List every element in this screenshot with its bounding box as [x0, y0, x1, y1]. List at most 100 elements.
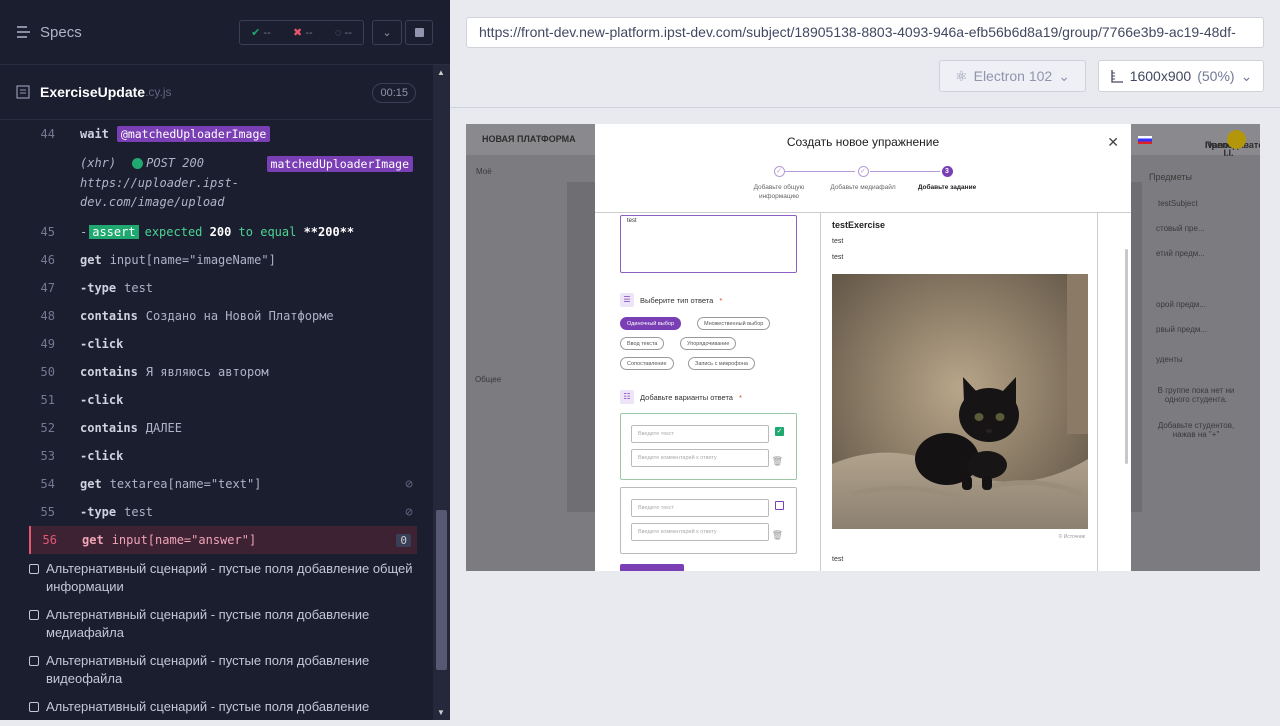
stop-button[interactable]	[405, 20, 433, 45]
command-row[interactable]: 50 contains Я являюсь автором	[29, 358, 417, 386]
answer-variant: Введите текст Введите комментарий к отве…	[620, 487, 797, 554]
spec-file-header[interactable]: ExerciseUpdate .cy.js 00:15	[0, 65, 432, 120]
specs-list-icon	[17, 26, 30, 38]
bg-label: testSubject	[1158, 199, 1198, 208]
exercise-preview: testExercise test test © Источник test	[820, 213, 1098, 571]
eye-slash-icon[interactable]: ⊘	[405, 505, 413, 520]
xhr-type: (xhr)	[80, 156, 117, 170]
command-alias: @matchedUploaderImage	[116, 126, 271, 142]
language-flag-icon[interactable]	[1138, 136, 1152, 144]
correct-checkbox[interactable]: ✓	[775, 427, 784, 436]
command-name: -type	[80, 281, 117, 295]
bg-label: Моё	[476, 167, 492, 176]
correct-checkbox[interactable]	[775, 501, 784, 510]
modal-scrollbar[interactable]	[1125, 249, 1128, 464]
command-row[interactable]: 54 get textarea[name="text"] ⊘	[29, 470, 417, 498]
answer-comment-input[interactable]: Введите комментарий к ответу	[631, 523, 769, 541]
command-name: -click	[80, 337, 124, 351]
pending-stat: ◌ --	[334, 26, 352, 39]
command-name: -type	[80, 505, 117, 519]
check-icon: ✓	[857, 166, 869, 177]
test-item[interactable]: Альтернативный сценарий - пустые поля до…	[29, 652, 429, 688]
add-variant-button[interactable]	[620, 564, 684, 571]
scrollbar-thumb[interactable]	[436, 510, 447, 670]
command-row[interactable]: 44 wait @matchedUploaderImage	[29, 120, 417, 148]
test-status-icon	[29, 610, 39, 620]
command-number: 56	[42, 533, 57, 547]
command-row[interactable]: 47 -type test	[29, 274, 417, 302]
app-under-test: НОВАЯ ПЛАТФОРМА Ivanov I.I.Преподаватель…	[466, 124, 1260, 571]
test-item[interactable]: Альтернативный сценарий - пустые поля до…	[29, 560, 429, 596]
xhr-row[interactable]: (xhr) POST 200 https://uploader.ipst-dev.…	[29, 148, 417, 218]
test-list: Альтернативный сценарий - пустые поля до…	[29, 560, 429, 726]
command-name: contains	[80, 421, 138, 435]
command-name: -click	[80, 449, 124, 463]
answer-text-input[interactable]: Введите текст	[631, 425, 769, 443]
command-log: 44 wait @matchedUploaderImage (xhr) POST 2…	[29, 120, 417, 554]
url-bar[interactable]: https://front-dev.new-platform.ipst-dev.…	[466, 17, 1264, 48]
answer-type-text[interactable]: Ввод текста	[620, 337, 665, 350]
command-number: 44	[40, 127, 55, 141]
command-name: -click	[80, 393, 124, 407]
trash-icon[interactable]: 🗑	[772, 530, 783, 541]
scroll-down-icon[interactable]: ▼	[437, 708, 445, 717]
xhr-url: https://uploader.ipst-dev.com/image/uplo…	[80, 176, 239, 209]
list-icon: ☰	[620, 293, 634, 307]
reporter-scrollbar[interactable]: ▲ ▼	[433, 65, 450, 720]
options-dropdown-button[interactable]: ⌄	[372, 20, 402, 45]
close-icon[interactable]: ✕	[1107, 134, 1119, 151]
command-number: 49	[40, 337, 55, 351]
command-row-assert[interactable]: 45 - assert expected 200 to equal **200**	[29, 218, 417, 246]
answer-type-order[interactable]: Упорядочивание	[680, 337, 737, 350]
test-item[interactable]: Альтернативный сценарий - пустые поля до…	[29, 698, 429, 716]
status-dot-icon	[132, 157, 144, 169]
command-row[interactable]: 55 -type test ⊘	[29, 498, 417, 526]
command-arg: test	[124, 505, 154, 519]
command-row-failed[interactable]: 56 get input[name="answer"] 0	[29, 526, 417, 554]
browser-selector[interactable]: ⚛ Electron 102 ⌄	[939, 60, 1086, 92]
answer-type-single[interactable]: Одиночный выбор	[620, 317, 682, 330]
stats-group: ✔ -- ✖ -- ◌ --	[239, 20, 364, 45]
duration-badge: 00:15	[372, 83, 416, 103]
preview-text: test	[832, 556, 844, 563]
command-row[interactable]: 52 contains ДАЛЕЕ	[29, 414, 417, 442]
test-title: Альтернативный сценарий - пустые поля до…	[46, 699, 370, 714]
preview-image	[832, 274, 1088, 529]
answer-type-match[interactable]: Сопоставление	[620, 357, 674, 370]
command-number: 47	[40, 281, 55, 295]
test-title: Альтернативный сценарий - пустые поля до…	[46, 607, 370, 640]
browser-name: Electron 102	[973, 68, 1053, 84]
scroll-up-icon[interactable]: ▲	[437, 68, 445, 77]
answer-comment-input[interactable]: Введите комментарий к ответу	[631, 449, 769, 467]
command-row[interactable]: 53 -click	[29, 442, 417, 470]
trash-icon[interactable]: 🗑	[772, 456, 783, 467]
step-task[interactable]: 3 Добавьте задание	[907, 166, 987, 192]
command-name: get	[82, 533, 104, 547]
check-icon: ✔	[251, 27, 261, 39]
avatar[interactable]	[1227, 130, 1246, 149]
step-media[interactable]: ✓ Добавьте медиафайл	[823, 166, 903, 192]
task-textarea[interactable]: test	[620, 215, 797, 273]
viewport-size: 1600x900	[1129, 68, 1192, 84]
answer-text-input[interactable]: Введите текст	[631, 499, 769, 517]
specs-button[interactable]: Specs	[16, 24, 82, 41]
command-number: 54	[40, 477, 55, 491]
image-source: © Источник	[1058, 534, 1085, 540]
test-title: Альтернативный сценарий - пустые поля до…	[46, 561, 413, 594]
answer-type-mic[interactable]: Запись с микрофона	[688, 357, 755, 370]
step-general-info[interactable]: ✓ Добавьте общую информацию	[739, 166, 819, 201]
command-row[interactable]: 48 contains Создано на Новой Платформе	[29, 302, 417, 330]
test-item[interactable]: Альтернативный сценарий - пустые поля до…	[29, 606, 429, 642]
command-row[interactable]: 46 get input[name="imageName"]	[29, 246, 417, 274]
bg-label: орой предм...	[1156, 300, 1206, 309]
bg-label: уденты	[1156, 355, 1183, 364]
eye-slash-icon[interactable]: ⊘	[405, 477, 413, 492]
answer-type-multiple[interactable]: Множественный выбор	[697, 317, 771, 330]
bg-label: рвый предм...	[1156, 325, 1208, 334]
command-row[interactable]: 51 -click	[29, 386, 417, 414]
command-name: wait	[80, 127, 109, 141]
command-row[interactable]: 49 -click	[29, 330, 417, 358]
bg-label: Предметы	[1149, 172, 1193, 182]
preview-text: test	[832, 254, 844, 261]
viewport-selector[interactable]: 1600x900 (50%) ⌄	[1098, 60, 1264, 92]
